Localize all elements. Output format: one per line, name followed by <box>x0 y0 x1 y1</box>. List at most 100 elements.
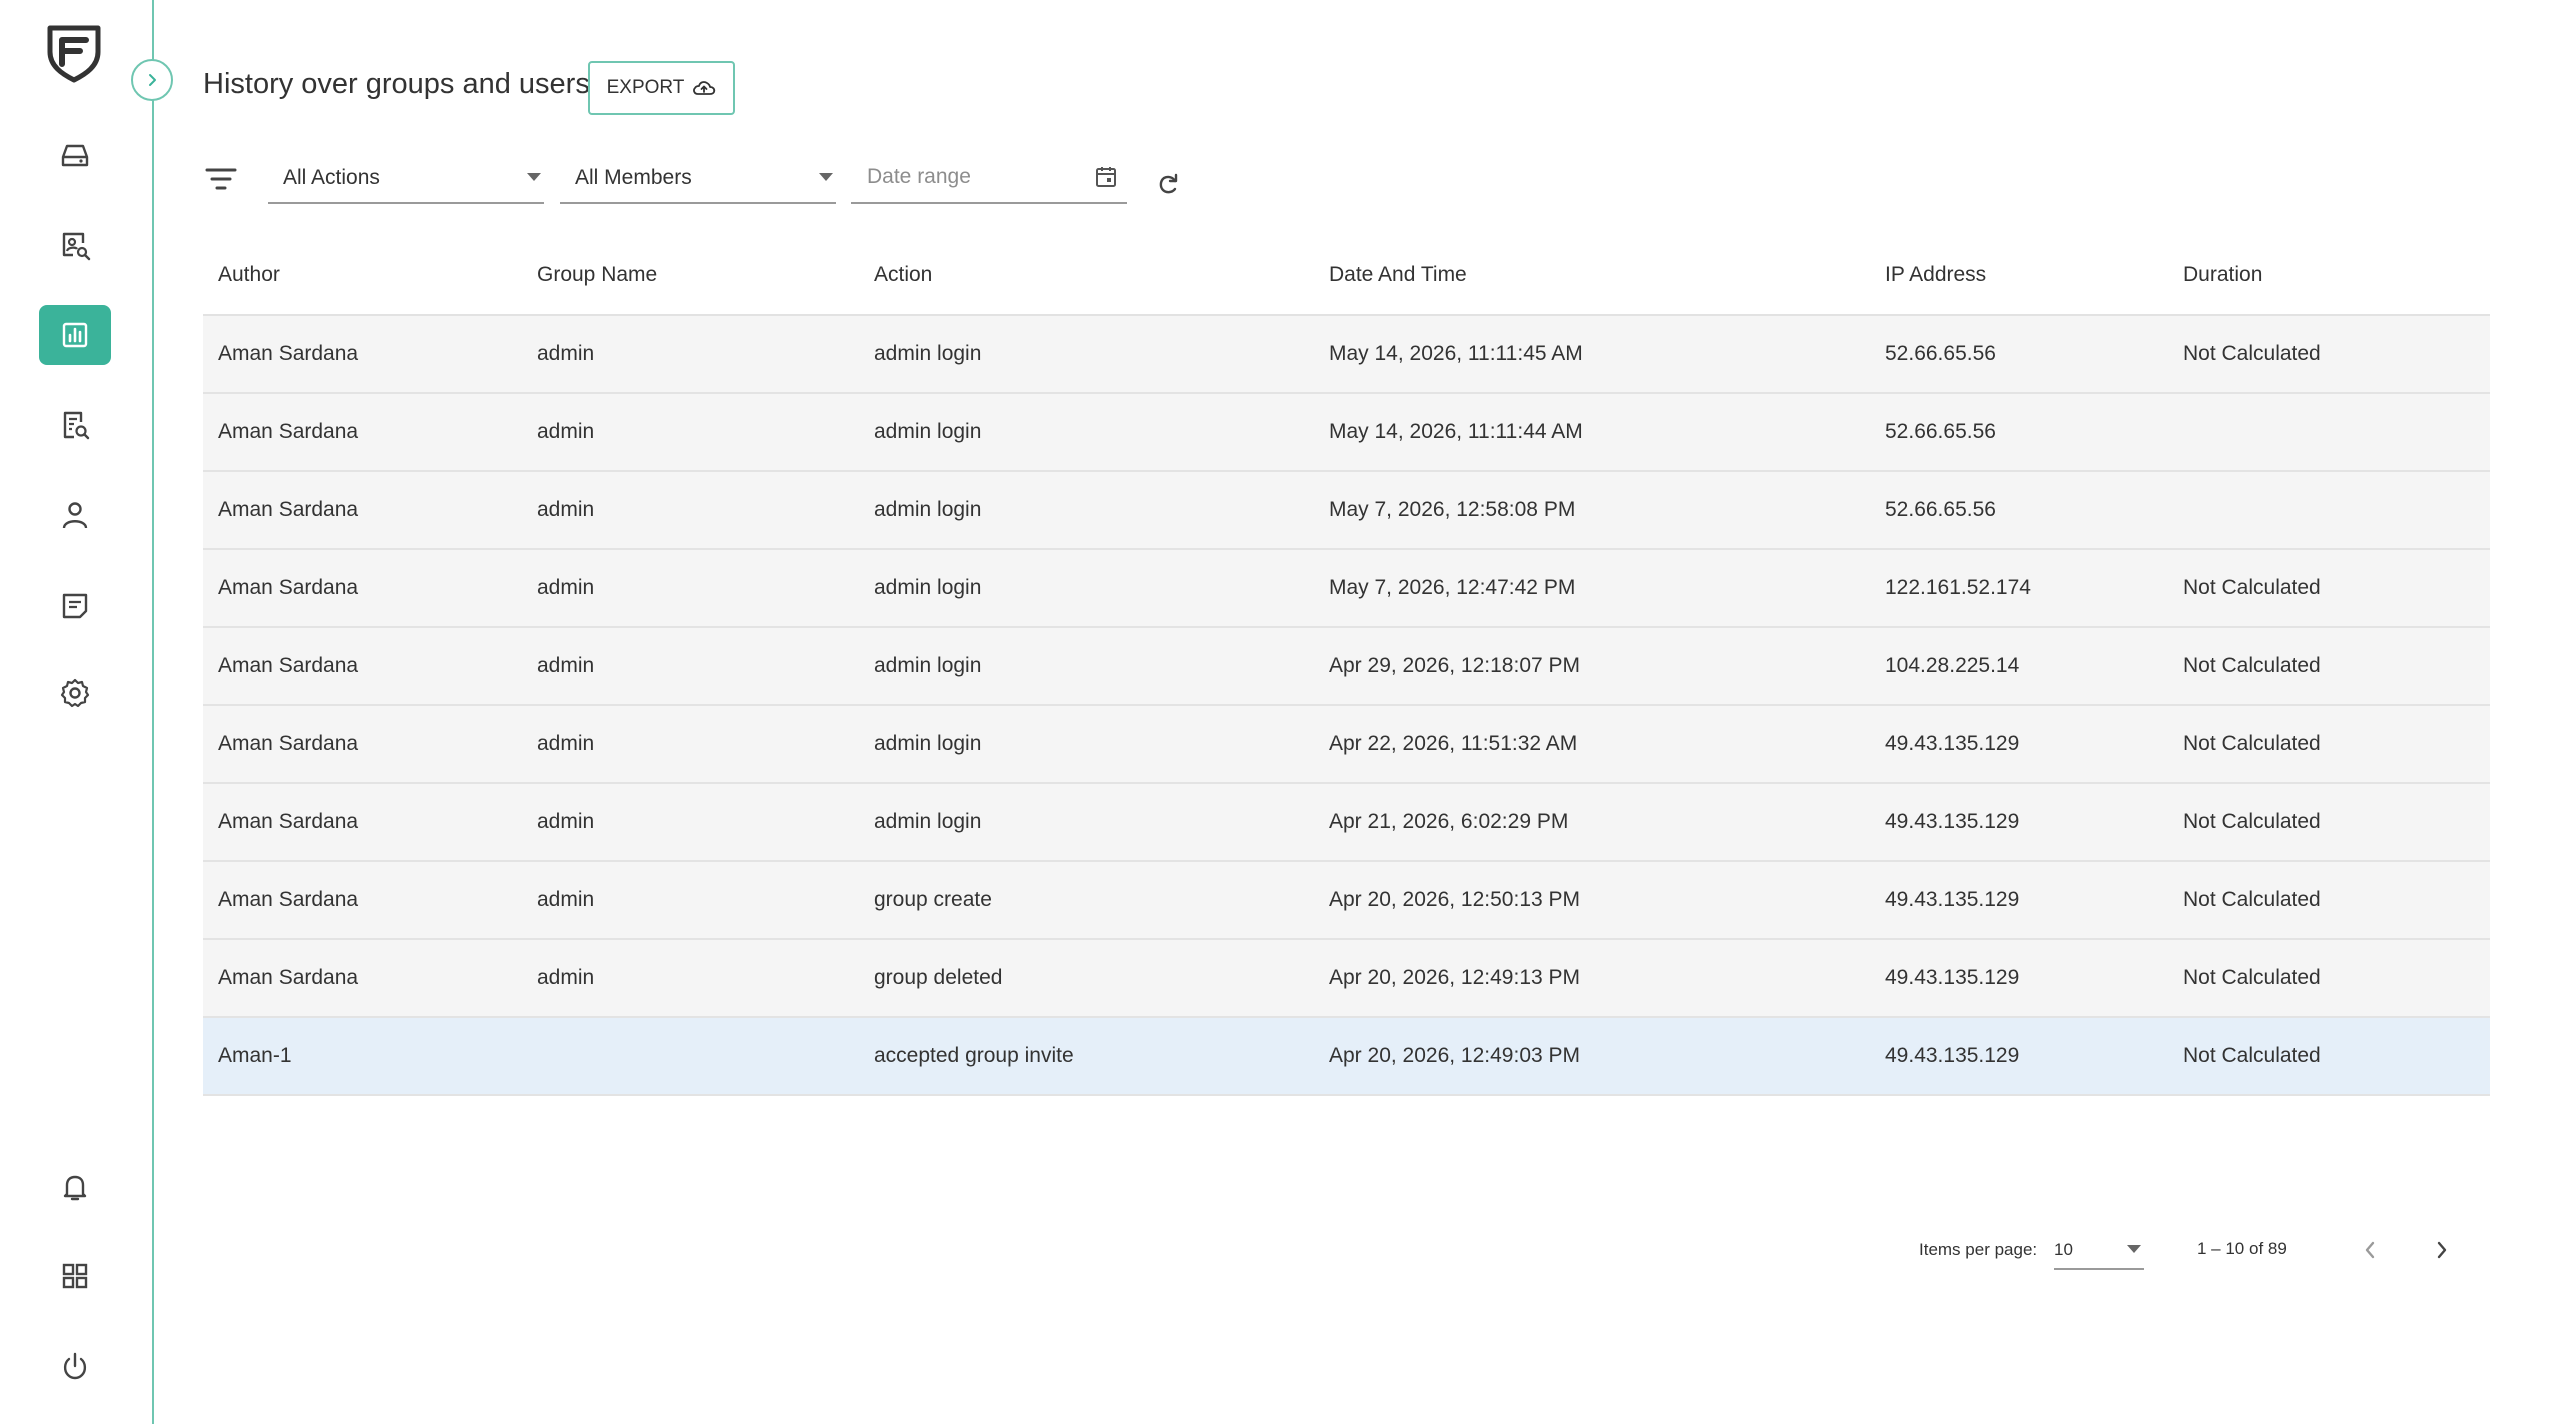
cell-author: Aman Sardana <box>218 498 359 521</box>
cell-ip-address: 104.28.225.14 <box>1885 654 2020 677</box>
cell-author: Aman Sardana <box>218 576 359 599</box>
cell-action: group create <box>874 888 992 911</box>
cell-date-time: May 14, 2026, 11:11:45 AM <box>1329 342 1583 365</box>
cell-group-name: admin <box>537 966 595 989</box>
members-select[interactable]: All Members <box>560 158 836 204</box>
sidebar-item-settings[interactable] <box>39 663 111 723</box>
bell-icon <box>63 1175 87 1201</box>
power-icon <box>63 1352 87 1380</box>
cell-ip-address: 52.66.65.56 <box>1885 420 1996 443</box>
calendar-icon[interactable] <box>1093 164 1119 190</box>
table-row[interactable]: Aman Sardana admin admin login Apr 22, 2026… <box>203 706 2490 784</box>
table-row[interactable]: Aman-1 accepted group invite Apr 20, 2026,… <box>203 1018 2490 1096</box>
person-icon <box>62 502 88 529</box>
items-per-page-value: 10 <box>2054 1240 2073 1259</box>
caret-down-icon <box>527 173 541 181</box>
cell-duration: Not Calculated <box>2183 342 2321 365</box>
cell-author: Aman Sardana <box>218 654 359 677</box>
table-row[interactable]: Aman Sardana admin admin login May 14, 2026… <box>203 316 2490 394</box>
cell-author: Aman Sardana <box>218 420 359 443</box>
chart-icon <box>62 322 88 348</box>
actions-select[interactable]: All Actions <box>268 158 544 204</box>
table-row[interactable]: Aman Sardana admin admin login May 14, 2026… <box>203 394 2490 472</box>
cell-ip-address: 49.43.135.129 <box>1885 966 2020 989</box>
sidebar <box>0 0 154 1424</box>
refresh-icon[interactable] <box>1150 168 1186 204</box>
caret-down-icon <box>819 173 833 181</box>
cell-ip-address: 122.161.52.174 <box>1885 576 2031 599</box>
table-row[interactable]: Aman Sardana admin group deleted Apr 20, 20… <box>203 940 2490 1018</box>
cell-ip-address: 49.43.135.129 <box>1885 888 2020 911</box>
export-label: EXPORT <box>606 77 685 98</box>
sidebar-item-users[interactable] <box>39 485 111 545</box>
table-body: Aman Sardana admin admin login May 14, 2026… <box>203 316 2490 1096</box>
cell-date-time: Apr 21, 2026, 6:02:29 PM <box>1329 810 1569 833</box>
sidebar-item-audit[interactable] <box>39 395 111 455</box>
cell-date-time: May 7, 2026, 12:47:42 PM <box>1329 576 1576 599</box>
cell-group-name: admin <box>537 888 595 911</box>
cell-duration: Not Calculated <box>2183 888 2321 911</box>
sidebar-item-user-search[interactable] <box>39 215 111 275</box>
app-logo[interactable] <box>42 20 106 84</box>
actions-select-value: All Actions <box>283 166 380 189</box>
cell-author: Aman Sardana <box>218 888 359 911</box>
date-range-input[interactable] <box>865 164 1069 190</box>
chevron-right-icon <box>2437 1241 2447 1259</box>
paginator: Items per page: 10 1 – 10 of 89 <box>0 1220 2560 1280</box>
cell-action: admin login <box>874 654 982 677</box>
column-header-ip-address[interactable]: IP Address <box>1885 263 1986 287</box>
cell-ip-address: 52.66.65.56 <box>1885 498 1996 521</box>
cell-group-name: admin <box>537 420 595 443</box>
table-row[interactable]: Aman Sardana admin admin login Apr 29, 2026… <box>203 628 2490 706</box>
cell-author: Aman Sardana <box>218 732 359 755</box>
caret-down-icon <box>2127 1245 2141 1253</box>
sidebar-item-reports[interactable] <box>39 305 111 365</box>
column-header-action[interactable]: Action <box>874 263 932 287</box>
filter-icon[interactable] <box>204 164 238 194</box>
cell-date-time: Apr 22, 2026, 11:51:32 AM <box>1329 732 1578 755</box>
column-header-duration[interactable]: Duration <box>2183 263 2262 287</box>
drive-icon <box>61 144 89 167</box>
table-row[interactable]: Aman Sardana admin admin login Apr 21, 2026… <box>203 784 2490 862</box>
sidebar-item-logout[interactable] <box>39 1336 111 1396</box>
cell-action: accepted group invite <box>874 1044 1074 1067</box>
cell-date-time: May 14, 2026, 11:11:44 AM <box>1329 420 1583 443</box>
sidebar-item-storage[interactable] <box>39 125 111 185</box>
cell-action: admin login <box>874 810 982 833</box>
cell-group-name: admin <box>537 654 595 677</box>
cell-duration: Not Calculated <box>2183 654 2321 677</box>
date-range-field[interactable] <box>851 158 1127 204</box>
cell-ip-address: 49.43.135.129 <box>1885 1044 2020 1067</box>
items-per-page-label: Items per page: <box>1919 1240 2038 1259</box>
document-search-icon <box>63 411 90 440</box>
cell-date-time: May 7, 2026, 12:58:08 PM <box>1329 498 1576 521</box>
sidebar-item-notifications[interactable] <box>39 1157 111 1217</box>
column-header-author[interactable]: Author <box>218 263 280 287</box>
cell-ip-address: 52.66.65.56 <box>1885 342 1996 365</box>
items-per-page-select[interactable]: 10 <box>2054 1230 2144 1270</box>
cell-action: admin login <box>874 420 982 443</box>
sidebar-item-messages[interactable] <box>39 575 111 635</box>
cell-ip-address: 49.43.135.129 <box>1885 810 2020 833</box>
next-page-button[interactable] <box>2420 1228 2464 1272</box>
cell-date-time: Apr 20, 2026, 12:50:13 PM <box>1329 888 1581 911</box>
export-button[interactable]: EXPORT <box>588 61 735 115</box>
user-search-icon <box>62 232 91 261</box>
column-header-date-time[interactable]: Date And Time <box>1329 263 1467 287</box>
cell-duration: Not Calculated <box>2183 966 2321 989</box>
gear-icon <box>60 678 90 708</box>
cell-author: Aman Sardana <box>218 810 359 833</box>
chevron-left-icon <box>2365 1241 2375 1259</box>
cell-date-time: Apr 20, 2026, 12:49:13 PM <box>1329 966 1581 989</box>
cell-duration: Not Calculated <box>2183 1044 2321 1067</box>
column-header-group-name[interactable]: Group Name <box>537 263 657 287</box>
table-row[interactable]: Aman Sardana admin group create Apr 20, 202… <box>203 862 2490 940</box>
page-title: History over groups and users <box>203 68 590 100</box>
chevron-right-icon <box>149 74 156 86</box>
sidebar-expand-button[interactable] <box>131 59 173 101</box>
cell-author: Aman-1 <box>218 1044 292 1067</box>
members-select-value: All Members <box>575 166 692 189</box>
previous-page-button[interactable] <box>2348 1228 2392 1272</box>
table-row[interactable]: Aman Sardana admin admin login May 7, 2026,… <box>203 472 2490 550</box>
table-row[interactable]: Aman Sardana admin admin login May 7, 2026,… <box>203 550 2490 628</box>
